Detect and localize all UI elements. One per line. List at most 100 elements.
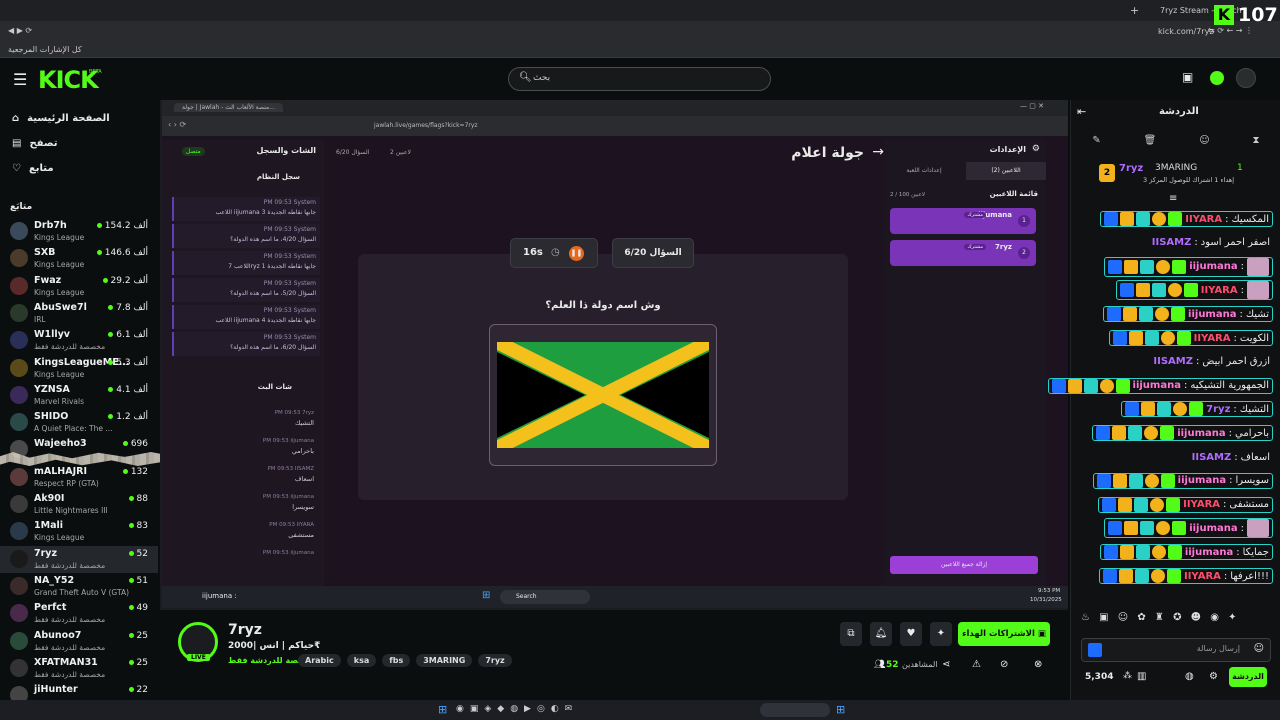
tab-game-settings[interactable]: إعدادات اللعبة: [884, 162, 964, 180]
chat-username[interactable]: iijumana: [1189, 523, 1237, 534]
chat-bubble-icon[interactable]: ◍: [1185, 671, 1194, 682]
sidebar-channel[interactable]: Drb7h Kings League 154.2 ألف: [0, 218, 158, 245]
kick-wallet-icon[interactable]: [1210, 71, 1224, 85]
all-bookmarks-link[interactable]: كل الإشارات المرجعية: [8, 45, 82, 54]
tag-ksa[interactable]: ksa: [346, 654, 377, 667]
chat-message-box: iijumana:: [1104, 256, 1273, 277]
follow-heart-button[interactable]: ♥: [900, 622, 922, 646]
chat-message-text: المكسيك: [1231, 213, 1270, 225]
chat-message-text: تشيك: [1245, 308, 1269, 320]
user-avatar[interactable]: [1236, 68, 1256, 88]
sidebar-channel[interactable]: mALHAJRI Respect RP (GTA) 132: [0, 464, 158, 491]
tab-players[interactable]: اللاعبين (2): [966, 162, 1046, 180]
chat-settings-icon[interactable]: ⚙: [1209, 671, 1218, 682]
badge-icon: [1112, 473, 1127, 488]
sidebar-channel[interactable]: SHIDO A Quiet Place: The ... 1.2 ألف: [0, 409, 158, 436]
gift-icon[interactable]: ▣: [1182, 70, 1193, 84]
os-search[interactable]: [760, 703, 830, 717]
tag-fbs[interactable]: fbs: [382, 654, 411, 667]
sidebar-channel[interactable]: Perfct مخصصة للدردشة فقط 49: [0, 600, 158, 627]
nav-browse[interactable]: ▤ تصفح: [0, 131, 160, 156]
question-text: وش اسم دولة ذا العلم؟: [545, 300, 661, 311]
badge-icon: [1150, 497, 1165, 512]
chat-username[interactable]: iijumana: [1177, 428, 1225, 439]
chat-username[interactable]: iijumana: [1189, 261, 1237, 272]
remove-all-players-button[interactable]: إزالة جميع اللاعبين: [890, 556, 1038, 574]
extensions-icon[interactable]: ⇆ ⟳ ← → ⋮: [1208, 26, 1253, 35]
chat-message: IISAMZ: ازرق احمر ابيض: [1150, 351, 1273, 373]
channel-name[interactable]: 7ryz: [228, 622, 262, 638]
os-windows-icon[interactable]: ⊞: [836, 703, 845, 716]
nav-following[interactable]: ♡ متابع: [0, 156, 160, 181]
gift-subscriptions-button[interactable]: الاشتراكات الهداء ▣: [958, 622, 1050, 646]
chat-username[interactable]: iijumana: [1185, 547, 1233, 558]
emote-bar[interactable]: ♨ ▣ ☺ ✿ ♜ ✪ ☻ ◉ ✦: [1081, 612, 1271, 632]
chat-username[interactable]: iijumana: [1188, 309, 1236, 320]
bell-button[interactable]: 🔔︎: [870, 622, 892, 646]
store-icon[interactable]: ▥: [1137, 671, 1146, 682]
sidebar-channel[interactable]: AbuSwe7l IRL 7.8 ألف: [0, 300, 158, 327]
chat-username[interactable]: IIYARA: [1185, 214, 1222, 225]
chat-input[interactable]: إرسال رسالة ☺: [1081, 638, 1271, 662]
clip-button[interactable]: ⧉: [840, 622, 862, 646]
chat-username[interactable]: IISAMZ: [1153, 356, 1193, 367]
os-start-icon[interactable]: ⊞: [438, 703, 447, 716]
chat-username[interactable]: IISAMZ: [1152, 237, 1192, 248]
inner-browser-tab-bar: جولة | Jawlah - منصة الألعاب الث... — ▢ …: [162, 100, 1068, 116]
chat-username[interactable]: IIYARA: [1194, 333, 1231, 344]
share-icon[interactable]: ⋖: [942, 659, 950, 670]
search-bar[interactable]: 🔍︎ بحث: [508, 67, 771, 91]
emote-icon[interactable]: ☺: [1199, 135, 1209, 146]
gift-subscriptions-label: الاشتراكات الهداء: [962, 629, 1035, 639]
trash-icon[interactable]: 🗑︎: [1144, 135, 1157, 146]
chat-username[interactable]: iijumana: [1178, 475, 1226, 486]
badge-icon: [1118, 569, 1133, 583]
chat-message-box: IIYARA: مستشفى: [1098, 496, 1273, 513]
chat-username[interactable]: 7ryz: [1206, 404, 1230, 415]
channel-points[interactable]: 5,304: [1085, 672, 1113, 682]
sidebar-channel[interactable]: W1llyv مخصصة للدردشة فقط 6.1 ألف: [0, 327, 158, 354]
chat-colon: :: [1240, 284, 1244, 296]
tag-arabic[interactable]: Arabic: [298, 654, 341, 667]
hide-icon[interactable]: ⊗: [1034, 659, 1042, 670]
sidebar-channel[interactable]: SXB Kings League 146.6 ألف: [0, 245, 158, 272]
new-tab-icon[interactable]: +: [1130, 4, 1139, 17]
back-icon[interactable]: ◀ ▶ ⟳: [8, 26, 32, 35]
badge-icon: [1128, 426, 1143, 441]
sidebar-channel[interactable]: Fwaz Kings League 29.2 ألف: [0, 273, 158, 300]
nav-home[interactable]: ⌂ الصفحة الرئيسية: [0, 106, 160, 131]
badge-icon: [1157, 402, 1172, 417]
back-arrow-icon[interactable]: →: [872, 144, 884, 160]
os-taskbar-apps[interactable]: ◉▣◈◆◍▶◎◐✉: [456, 704, 578, 714]
timer-icon[interactable]: ⧗: [1253, 135, 1260, 146]
sidebar-channel[interactable]: 1Mali Kings League 83: [0, 518, 158, 545]
sparkle-button[interactable]: ✦: [930, 622, 952, 646]
sidebar-channel[interactable]: Ak90I Little Nightmares III 88: [0, 491, 158, 518]
sidebar-channel[interactable]: KingsLeagueME... Kings League 5.3 ألف: [0, 355, 158, 382]
chat-username[interactable]: iijumana: [1133, 380, 1181, 391]
report-icon[interactable]: ⚠: [972, 659, 981, 670]
pause-icon[interactable]: ❚❚: [569, 246, 584, 261]
filter-icon[interactable]: ≡: [1169, 193, 1177, 204]
hamburger-menu-icon[interactable]: ☰: [13, 70, 27, 89]
address-bar[interactable]: kick.com/7ryz: [1158, 27, 1214, 36]
sidebar-channel[interactable]: Abunoo7 مخصصة للدردشة فقط 25: [0, 628, 158, 655]
chat-username[interactable]: IIYARA: [1201, 285, 1238, 296]
chat-send-button[interactable]: الدردشة: [1229, 667, 1267, 687]
emoji-picker-icon[interactable]: ☺: [1254, 643, 1264, 654]
chat-username[interactable]: IISAMZ: [1192, 452, 1232, 463]
game-chat-text: باحرامي: [291, 447, 314, 455]
inner-clock-time: 9:53 PM: [1038, 588, 1061, 594]
sidebar-channel[interactable]: YZNSA Marvel Rivals 4.1 ألف: [0, 382, 158, 409]
sidebar-channel[interactable]: NA_Y52 Grand Theft Auto V (GTA) 51: [0, 573, 158, 600]
pin-icon[interactable]: ✎: [1092, 135, 1100, 146]
tag-7ryz[interactable]: 7ryz: [478, 654, 512, 667]
sidebar-channel[interactable]: 7ryz مخصصة للدردشة فقط 52: [0, 545, 158, 573]
mute-icon[interactable]: ⊘: [1000, 659, 1008, 670]
flag-frame: [489, 324, 717, 466]
tag-3maring[interactable]: 3MARING: [416, 654, 473, 667]
collapse-chat-icon[interactable]: ⇤: [1077, 105, 1086, 118]
sidebar-channel[interactable]: XFATMAN31 مخصصة للدردشة فقط 25: [0, 655, 158, 682]
chat-username[interactable]: IIYARA: [1183, 499, 1220, 510]
chat-username[interactable]: IIYARA: [1184, 571, 1221, 582]
